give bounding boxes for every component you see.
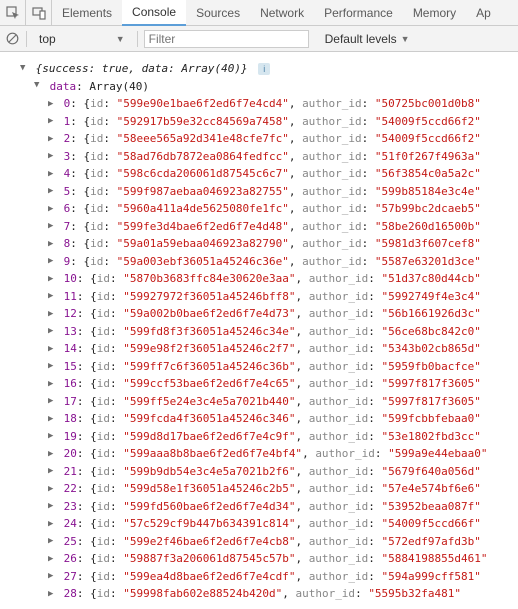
- array-item[interactable]: ▶ 4: {id: "598c6cda206061d87545c6c7", au…: [48, 165, 514, 183]
- disclosure-triangle-icon[interactable]: ▶: [48, 218, 57, 235]
- disclosure-triangle-icon[interactable]: ▶: [48, 96, 57, 113]
- console-filterbar: top ▼ Default levels ▼: [0, 26, 518, 52]
- disclosure-triangle-icon[interactable]: ▶: [48, 341, 57, 358]
- disclosure-triangle-icon[interactable]: ▶: [48, 253, 57, 270]
- array-item[interactable]: ▶ 1: {id: "592917b59e32cc84569a7458", au…: [48, 113, 514, 131]
- chevron-down-icon: ▼: [401, 34, 410, 44]
- clear-console-icon[interactable]: [4, 31, 20, 47]
- tab-performance[interactable]: Performance: [314, 0, 403, 25]
- array-item[interactable]: ▶ 10: {id: "5870b3683ffc84e30620e3aa", a…: [48, 270, 514, 288]
- separator: [137, 31, 138, 47]
- tab-network[interactable]: Network: [250, 0, 314, 25]
- array-item[interactable]: ▶ 12: {id: "59a002b0bae6f2ed6f7e4d73", a…: [48, 305, 514, 323]
- tab-memory[interactable]: Memory: [403, 0, 466, 25]
- array-item[interactable]: ▶ 26: {id: "59887f3a206061d87545c57b", a…: [48, 550, 514, 568]
- property-data[interactable]: ▼ data: Array(40): [34, 78, 514, 96]
- disclosure-triangle-icon[interactable]: ▶: [48, 481, 57, 498]
- disclosure-triangle-icon[interactable]: ▶: [48, 411, 57, 428]
- array-item[interactable]: ▶ 25: {id: "599e2f46bae6f2ed6f7e4cb8", a…: [48, 533, 514, 551]
- array-item[interactable]: ▶ 5: {id: "599f987aebaa046923a82755", au…: [48, 183, 514, 201]
- disclosure-triangle-icon[interactable]: ▶: [48, 271, 57, 288]
- context-label: top: [39, 32, 56, 46]
- filter-input[interactable]: [144, 30, 309, 48]
- console-output: ▼ {success: true, data: Array(40)} i ▼ d…: [0, 52, 518, 607]
- disclosure-triangle-icon[interactable]: ▶: [48, 586, 57, 603]
- array-item[interactable]: ▶ 6: {id: "5960a411a4de5625080fe1fc", au…: [48, 200, 514, 218]
- array-item[interactable]: ▶ 21: {id: "599b9db54e3c4e5a7021b2f6", a…: [48, 463, 514, 481]
- chevron-down-icon: ▼: [116, 34, 125, 44]
- disclosure-triangle-icon[interactable]: ▶: [48, 323, 57, 340]
- disclosure-triangle-icon[interactable]: ▶: [48, 428, 57, 445]
- array-item[interactable]: ▶ 14: {id: "599e98f2f36051a45246c2f7", a…: [48, 340, 514, 358]
- inspect-icon[interactable]: [0, 0, 26, 26]
- disclosure-triangle-icon[interactable]: ▶: [48, 533, 57, 550]
- disclosure-triangle-icon[interactable]: ▶: [48, 166, 57, 183]
- tab-console[interactable]: Console: [122, 0, 186, 26]
- disclosure-triangle-icon[interactable]: ▶: [48, 463, 57, 480]
- separator: [26, 31, 27, 47]
- disclosure-triangle-icon[interactable]: ▶: [48, 516, 57, 533]
- disclosure-triangle-icon[interactable]: ▶: [48, 131, 57, 148]
- array-item[interactable]: ▶ 19: {id: "599d8d17bae6f2ed6f7e4c9f", a…: [48, 428, 514, 446]
- disclosure-triangle-icon[interactable]: ▶: [48, 446, 57, 463]
- devtools-toolbar: ElementsConsoleSourcesNetworkPerformance…: [0, 0, 518, 26]
- array-item[interactable]: ▶ 7: {id: "599fe3d4bae6f2ed6f7e4d48", au…: [48, 218, 514, 236]
- disclosure-triangle-icon[interactable]: ▶: [48, 183, 57, 200]
- log-levels-selector[interactable]: Default levels ▼: [325, 32, 410, 46]
- array-item[interactable]: ▶ 9: {id: "59a003ebf36051a45246c36e", au…: [48, 253, 514, 271]
- tab-elements[interactable]: Elements: [52, 0, 122, 25]
- array-item[interactable]: ▶ 20: {id: "599aaa8b8bae6f2ed6f7e4bf4", …: [48, 445, 514, 463]
- info-icon[interactable]: i: [258, 63, 270, 75]
- disclosure-triangle-icon[interactable]: ▶: [48, 288, 57, 305]
- disclosure-triangle-icon[interactable]: ▼: [20, 60, 29, 77]
- disclosure-triangle-icon[interactable]: ▶: [48, 306, 57, 323]
- disclosure-triangle-icon[interactable]: ▶: [48, 498, 57, 515]
- devtools-tabs: ElementsConsoleSourcesNetworkPerformance…: [52, 0, 501, 25]
- disclosure-triangle-icon[interactable]: ▶: [48, 568, 57, 585]
- disclosure-triangle-icon[interactable]: ▶: [48, 393, 57, 410]
- context-selector[interactable]: top ▼: [33, 32, 131, 46]
- array-item[interactable]: ▶ 17: {id: "599ff5e24e3c4e5a7021b440", a…: [48, 393, 514, 411]
- tab-sources[interactable]: Sources: [186, 0, 250, 25]
- disclosure-triangle-icon[interactable]: ▼: [34, 77, 43, 94]
- array-item[interactable]: ▶ 23: {id: "599fd560bae6f2ed6f7e4d34", a…: [48, 498, 514, 516]
- levels-label: Default levels: [325, 32, 397, 46]
- array-item[interactable]: ▶ 8: {id: "59a01a59ebaa046923a82790", au…: [48, 235, 514, 253]
- array-item[interactable]: ▶ 0: {id: "599e90e1bae6f2ed6f7e4cd4", au…: [48, 95, 514, 113]
- device-toggle-icon[interactable]: [26, 0, 52, 26]
- array-item[interactable]: ▶ 22: {id: "599d58e1f36051a45246c2b5", a…: [48, 480, 514, 498]
- array-item[interactable]: ▶ 16: {id: "599ccf53bae6f2ed6f7e4c65", a…: [48, 375, 514, 393]
- array-item[interactable]: ▶ 13: {id: "599fd8f3f36051a45246c34e", a…: [48, 323, 514, 341]
- array-item[interactable]: ▶ 15: {id: "599ff7c6f36051a45246c36b", a…: [48, 358, 514, 376]
- array-item[interactable]: ▶ 24: {id: "57c529cf9b447b634391c814", a…: [48, 515, 514, 533]
- object-summary[interactable]: ▼ {success: true, data: Array(40)} i: [20, 60, 514, 78]
- disclosure-triangle-icon[interactable]: ▶: [48, 236, 57, 253]
- array-item[interactable]: ▶ 2: {id: "58eee565a92d341e48cfe7fc", au…: [48, 130, 514, 148]
- array-item[interactable]: ▶ 28: {id: "59998fab602e88524b420d", aut…: [48, 585, 514, 603]
- disclosure-triangle-icon[interactable]: ▶: [48, 376, 57, 393]
- array-item[interactable]: ▶ 18: {id: "599fcda4f36051a45246c346", a…: [48, 410, 514, 428]
- array-item[interactable]: ▶ 11: {id: "59927972f36051a45246bff8", a…: [48, 288, 514, 306]
- tab-ap[interactable]: Ap: [466, 0, 501, 25]
- disclosure-triangle-icon[interactable]: ▶: [48, 358, 57, 375]
- disclosure-triangle-icon[interactable]: ▶: [48, 201, 57, 218]
- disclosure-triangle-icon[interactable]: ▶: [48, 551, 57, 568]
- disclosure-triangle-icon[interactable]: ▶: [48, 148, 57, 165]
- disclosure-triangle-icon[interactable]: ▶: [48, 113, 57, 130]
- array-item[interactable]: ▶ 3: {id: "58ad76db7872ea0864fedfcc", au…: [48, 148, 514, 166]
- array-item[interactable]: ▶ 27: {id: "599ea4d8bae6f2ed6f7e4cdf", a…: [48, 568, 514, 586]
